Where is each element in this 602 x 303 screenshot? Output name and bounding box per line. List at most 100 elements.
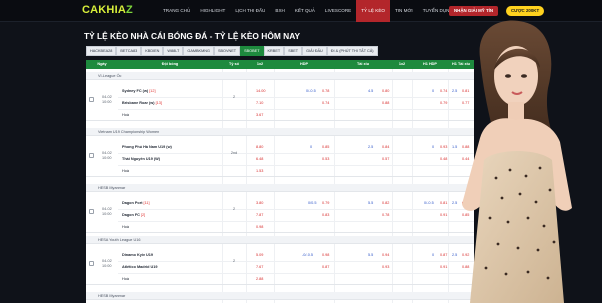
favorite-star-icon[interactable] <box>89 261 94 266</box>
nav-item-results[interactable]: KẾT QUẢ <box>290 0 320 22</box>
ou-odds-under[interactable]: 0.88 <box>382 101 389 105</box>
odds-1x2-draw[interactable]: 2.88 <box>256 277 263 281</box>
match-minute: 2 <box>232 95 236 99</box>
odds-1x2-home[interactable]: 8.80 <box>256 145 263 149</box>
odds-1x2-away[interactable]: 7.67 <box>256 265 263 269</box>
away-team[interactable]: Dagon FC [2] <box>122 213 145 217</box>
hdp-odds-away[interactable]: 0.87 <box>322 265 329 269</box>
nav-item-news[interactable]: TIN MỚI <box>390 0 418 22</box>
nav-item-livescore[interactable]: LIVESCORE <box>320 0 356 22</box>
tab-bookmaker[interactable]: SBOVNET <box>213 46 241 56</box>
ou-line: 5.5 <box>368 253 374 257</box>
ou-odds-under[interactable]: 0.93 <box>382 265 389 269</box>
home-team[interactable]: Dagon Port [11] <box>122 201 150 205</box>
home-team[interactable]: Phong Phú Hà Nam U19 (w) <box>122 145 172 149</box>
tab-league-filter[interactable]: GIẢI ĐẤU <box>302 46 327 56</box>
table-header: Ngày Đội bóng Tỷ số 1x2 HDP Tài xỉu 1x2 … <box>86 60 474 69</box>
tab-time-filter[interactable]: ĐI & (PHÚT THI TẤT CẢ) <box>326 46 378 56</box>
ou-odds-over[interactable]: 0.80 <box>382 89 389 93</box>
tab-bookmaker[interactable]: HACKBEA28 <box>86 46 117 56</box>
col-over-under: Tài xỉu <box>356 62 370 66</box>
away-team[interactable]: Brisbane Roar (w) [13] <box>122 101 162 105</box>
nav-item-highlight[interactable]: HIGHLIGHT <box>195 0 230 22</box>
match-row[interactable]: 04-02 10:00 Dinamo Kyiv U19 Atlético Madr… <box>86 245 474 285</box>
hdp-odds-home[interactable]: 0.78 <box>322 89 329 93</box>
hdp-odds-home[interactable]: 0.79 <box>322 201 329 205</box>
draw-label: Hoà <box>122 169 129 173</box>
draw-label: Hoà <box>122 277 129 281</box>
tab-bookmaker[interactable]: W88LT <box>163 46 184 56</box>
hdp-odds-away[interactable]: 0.53 <box>322 157 329 161</box>
site-logo[interactable]: CAKHIAZ <box>82 4 133 16</box>
odds-1x2-draw[interactable]: 1.53 <box>256 169 263 173</box>
ou-odds-over[interactable]: 0.82 <box>382 201 389 205</box>
away-team[interactable]: Atlético Madrid U19 <box>122 265 157 269</box>
match-datetime: 04-02 10:00 <box>102 151 112 160</box>
nav-item-standings[interactable]: BXH <box>270 0 289 22</box>
favorite-star-icon[interactable] <box>89 209 94 214</box>
hdp-odds-home[interactable]: 0.98 <box>322 253 329 257</box>
tab-bookmaker[interactable]: BETCA83 <box>116 46 142 56</box>
promo-button[interactable]: NHẬN GIẢI MỸ TÍN <box>449 6 499 16</box>
ou-odds-under[interactable]: 0.78 <box>382 213 389 217</box>
bookmaker-tabs: HACKBEA28 BETCA83 KBDIEN W88LT GAMBKMNG … <box>86 46 378 56</box>
favorite-star-icon[interactable] <box>89 153 94 158</box>
hdp-odds-home[interactable]: 0.85 <box>322 145 329 149</box>
home-team[interactable]: Dinamo Kyiv U19 <box>122 253 153 257</box>
tab-bookmaker[interactable]: SBET <box>284 46 303 56</box>
nav-item-odds[interactable]: TỶ LỆ KÈO <box>356 0 390 22</box>
ou-odds-over[interactable]: 0.84 <box>382 145 389 149</box>
ou-line: 2.5 <box>368 145 374 149</box>
league-header[interactable]: Vietnam U19 Championship Women <box>86 128 474 136</box>
league-header[interactable]: HESA Youth League U16 <box>86 236 474 244</box>
match-minute: 2nd <box>230 151 238 155</box>
match-row[interactable]: 04-02 10:00 Dagon Port [11] Dagon FC [2] … <box>86 193 474 233</box>
draw-label: Hoà <box>122 113 129 117</box>
nav-item-home[interactable]: TRANG CHỦ <box>158 0 195 22</box>
h1-hdp-line: 0 <box>432 89 435 93</box>
row-divider <box>118 273 474 274</box>
bet-button[interactable]: CƯỢC 200KT <box>506 6 545 16</box>
h1-hdp-line: 0 <box>432 253 435 257</box>
odds-1x2-home[interactable]: 3.80 <box>256 201 263 205</box>
col-date: Ngày <box>97 62 107 66</box>
draw-label: Hoà <box>122 225 129 229</box>
match-datetime: 04-02 10:00 <box>102 259 112 268</box>
league-header[interactable]: HESB Myanmar <box>86 292 474 300</box>
h1-hdp-line: 0 <box>432 145 435 149</box>
match-row[interactable]: 04-02 10:00 Phong Phú Hà Nam U19 (w) Thái… <box>86 137 474 177</box>
favorite-star-icon[interactable] <box>89 97 94 102</box>
tab-bookmaker[interactable]: KRBET <box>263 46 285 56</box>
hdp-line: 0/-0.5 <box>306 89 316 93</box>
tab-bookmaker[interactable]: GAMBKMNG <box>183 46 214 56</box>
odds-1x2-home[interactable]: 14.00 <box>256 89 266 93</box>
match-row[interactable]: 04-02 10:00 Sydney FC (w) [12] Brisbane R… <box>86 81 474 121</box>
row-divider <box>118 109 474 110</box>
hdp-line: 0/0.5 <box>308 201 317 205</box>
ou-odds-under[interactable]: 0.57 <box>382 157 389 161</box>
hdp-line: -0/-0.5 <box>302 253 313 257</box>
nav-item-schedule[interactable]: LỊCH THI ĐẤU <box>230 0 270 22</box>
odds-1x2-away[interactable]: 7.10 <box>256 101 263 105</box>
odds-table: Ngày Đội bóng Tỷ số 1x2 HDP Tài xỉu 1x2 … <box>86 60 474 303</box>
away-team[interactable]: Thái Nguyên U19 (W) <box>122 157 160 161</box>
page-title: TỶ LỆ KÈO NHÀ CÁI BÓNG ĐÁ - TỶ LỆ KÈO HÔ… <box>84 31 301 41</box>
odds-1x2-away[interactable]: 6.48 <box>256 157 263 161</box>
hdp-odds-away[interactable]: 0.83 <box>322 213 329 217</box>
match-datetime: 04-02 10:00 <box>102 207 112 216</box>
ou-odds-over[interactable]: 0.94 <box>382 253 389 257</box>
league-header[interactable]: VI-League Ốc <box>86 72 474 80</box>
tab-bookmaker-active[interactable]: SBOBET <box>240 46 264 56</box>
league-header[interactable]: HESB Myanmar <box>86 184 474 192</box>
home-team[interactable]: Sydney FC (w) [12] <box>122 89 156 93</box>
match-minute: 2 <box>232 259 236 263</box>
odds-1x2-home[interactable]: 5.09 <box>256 253 263 257</box>
odds-1x2-draw[interactable]: 3.67 <box>256 113 263 117</box>
tab-bookmaker[interactable]: KBDIEN <box>141 46 164 56</box>
row-divider <box>118 165 474 166</box>
odds-1x2-away[interactable]: 7.87 <box>256 213 263 217</box>
main-nav: TRANG CHỦ HIGHLIGHT LỊCH THI ĐẤU BXH KẾT… <box>158 0 458 22</box>
ou-line: 4.5 <box>368 89 374 93</box>
hdp-odds-away[interactable]: 0.74 <box>322 101 329 105</box>
odds-1x2-draw[interactable]: 0.98 <box>256 225 263 229</box>
